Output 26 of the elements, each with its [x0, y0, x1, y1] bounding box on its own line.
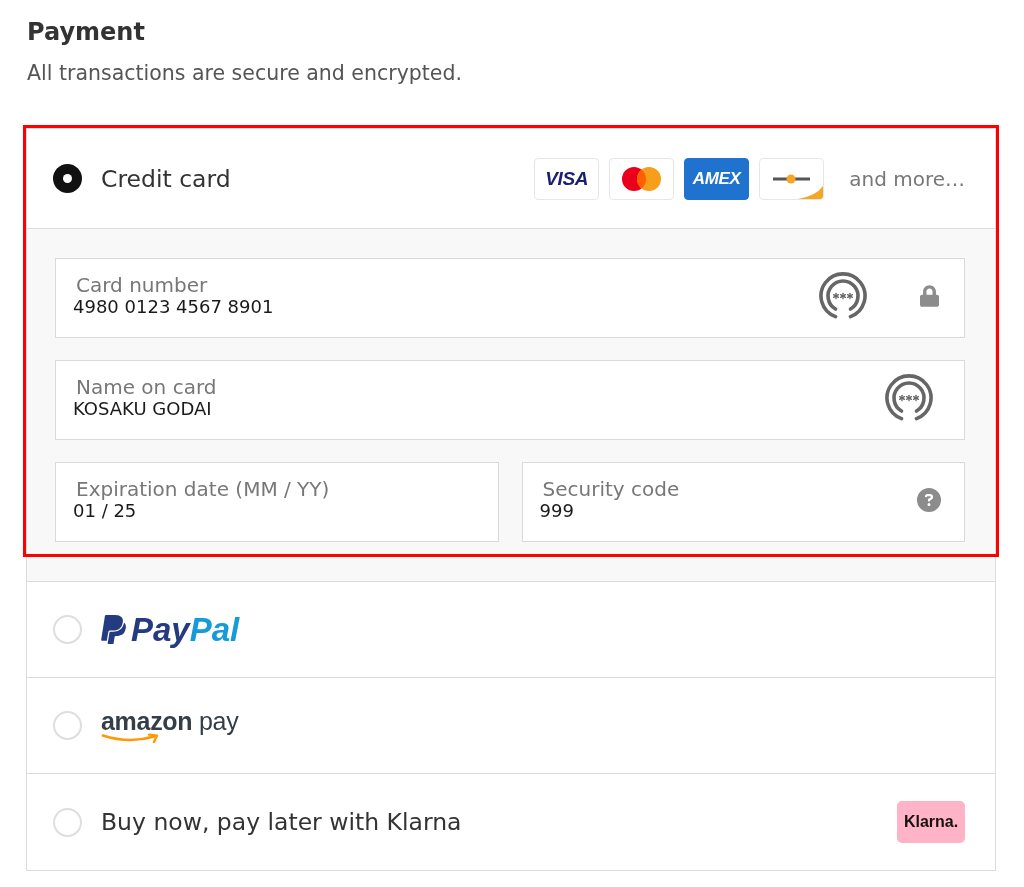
expiration-date-field[interactable]: Expiration date (MM / YY) 01 / 25: [55, 462, 499, 542]
paypal-logo: PayPal: [131, 611, 240, 648]
option-label: Buy now, pay later with Klarna: [101, 807, 462, 837]
lock-icon: [920, 285, 939, 307]
asterisk-ring-icon[interactable]: [884, 373, 934, 423]
radio-button[interactable]: [53, 807, 82, 837]
smile-arrow-icon: [101, 733, 161, 743]
security-code-field[interactable]: Security code 999: [521, 462, 965, 542]
option-label: Credit card: [101, 163, 231, 194]
card-icon: [759, 157, 825, 200]
help-icon[interactable]: [917, 488, 941, 512]
klarna-logo: Klarna.: [897, 801, 965, 843]
visa-logo: VISA: [534, 157, 600, 200]
radio-button[interactable]: [53, 164, 82, 193]
section-subtitle: All transactions are secure and encrypted.: [26, 60, 463, 87]
more-text: and more…: [849, 165, 965, 192]
name-field[interactable]: Name on card KOSAKU GODAI: [55, 360, 965, 440]
paypal-mark-icon: [101, 613, 126, 646]
radio-button[interactable]: [53, 711, 82, 740]
card-number-field[interactable]: Card number 4980 0123 4567 8901: [55, 258, 965, 338]
amex-logo: AMEX: [684, 157, 750, 200]
section-title: Payment: [26, 17, 146, 48]
mastercard-icon: [609, 157, 675, 200]
asterisk-ring-icon[interactable]: [818, 271, 868, 321]
amazon-pay-logo: amazon pay: [101, 708, 239, 734]
radio-button[interactable]: [53, 615, 82, 644]
